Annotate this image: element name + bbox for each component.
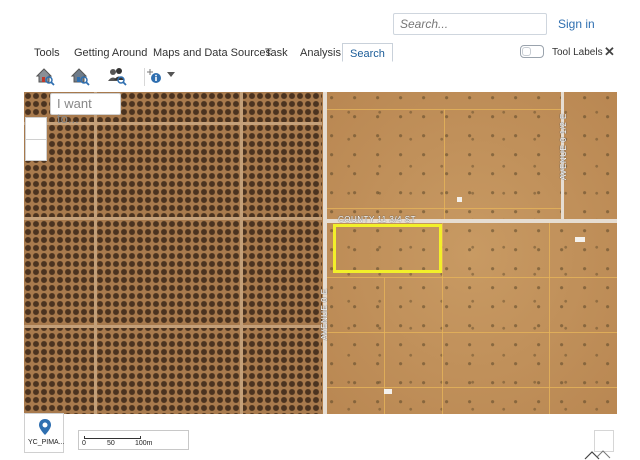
road-label-avenue-right: AVENUE 0 1/2 E	[559, 113, 568, 180]
basemap-switcher[interactable]: YC_PIMA...	[24, 413, 65, 453]
house-search-icon[interactable]	[69, 65, 91, 87]
tab-getting-around[interactable]: Getting Around	[74, 47, 147, 59]
chevron-down-icon[interactable]	[167, 72, 175, 77]
building	[575, 237, 585, 242]
tab-search[interactable]: Search	[342, 43, 393, 62]
identify-info-icon[interactable]	[145, 65, 167, 87]
scale-line	[84, 436, 141, 439]
selected-parcel[interactable]	[333, 224, 442, 273]
road-label-avenue: AVENUE 0 E	[320, 288, 329, 340]
house-search-icon[interactable]	[34, 65, 56, 87]
search-toolbar	[24, 63, 617, 91]
sign-in-link[interactable]: Sign in	[558, 17, 595, 31]
scale-tick: 0	[82, 440, 86, 447]
parcel-line	[327, 387, 617, 388]
parcel-line	[549, 223, 550, 414]
zoom-out-button[interactable]	[26, 140, 46, 161]
orchard-lane	[94, 92, 97, 414]
zoom-control	[25, 117, 47, 161]
toggle-knob	[522, 47, 531, 56]
orchard-area	[24, 92, 322, 414]
road-vertical	[323, 92, 327, 414]
search-input[interactable]	[393, 13, 547, 35]
parcel-line	[442, 223, 443, 414]
tab-analysis[interactable]: Analysis	[300, 47, 341, 59]
building	[457, 197, 462, 202]
close-icon[interactable]: ✕	[604, 44, 615, 60]
map-view[interactable]: COUNTY 11 3/4 ST AVENUE 0 E AVENUE 0 1/2…	[24, 92, 617, 414]
brand-logo-icon	[584, 450, 611, 460]
people-search-icon[interactable]	[106, 65, 128, 87]
basemap-label: YC_PIMA...	[28, 439, 65, 446]
orchard-lane	[24, 217, 322, 220]
building	[384, 389, 392, 394]
parcel-line	[327, 332, 617, 333]
tool-labels-toggle[interactable]	[520, 45, 544, 58]
road-label-county: COUNTY 11 3/4 ST	[338, 215, 416, 224]
zoom-in-button[interactable]	[26, 118, 46, 139]
scale-tick: 100m	[135, 440, 153, 447]
tool-labels-label: Tool Labels	[552, 47, 603, 58]
parcel-line	[444, 109, 445, 219]
orchard-lane	[240, 92, 243, 414]
i-want-to-input[interactable]: I want to...	[50, 93, 121, 126]
map-pin-icon	[39, 419, 51, 435]
parcel-line	[327, 277, 617, 278]
tab-tools[interactable]: Tools	[34, 47, 60, 59]
tab-maps-and-data-sources[interactable]: Maps and Data Sources	[153, 47, 271, 59]
scale-tick: 50	[107, 440, 115, 447]
orchard-lane	[24, 325, 322, 328]
tab-task[interactable]: Task	[265, 47, 288, 59]
scale-bar: 0 50 100m	[78, 430, 189, 450]
